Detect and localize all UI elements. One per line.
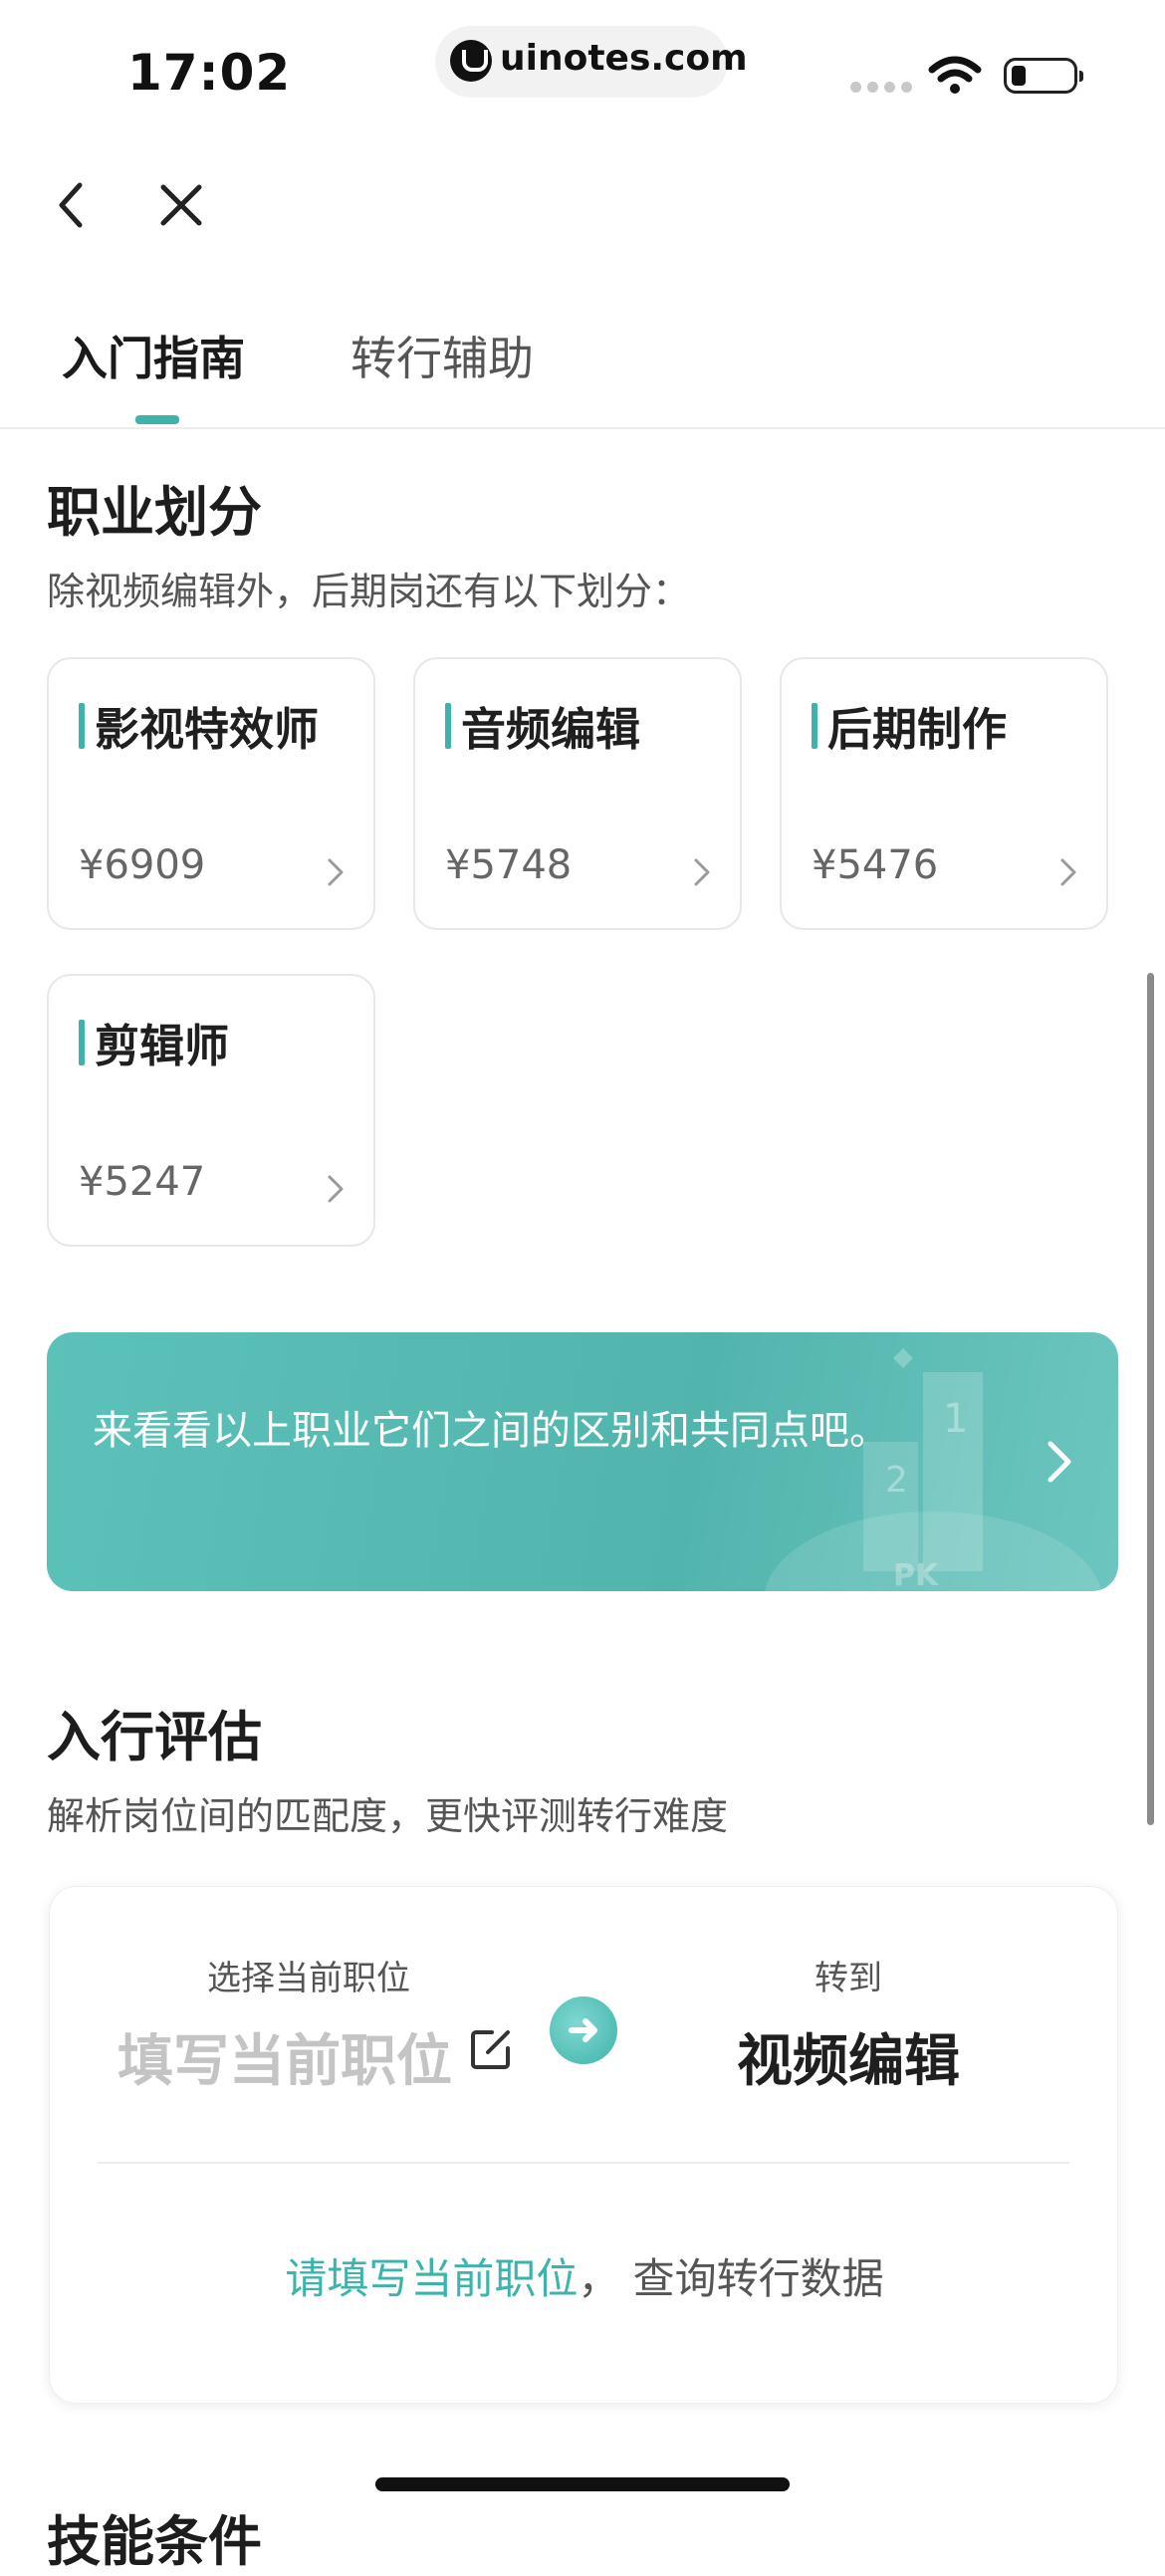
tab-active-indicator xyxy=(135,415,179,424)
assessment-section-title: 入行评估 xyxy=(47,1706,262,1768)
current-position-label: 选择当前职位 xyxy=(207,1959,410,1998)
career-card-salary: ¥6909 xyxy=(79,842,206,888)
career-assessment-card: 选择当前职位 填写当前职位 转到 视频编辑 请填写当前职位， 查询转行数据 xyxy=(49,1886,1118,2404)
career-section-subtitle: 除视频编辑外，后期岗还有以下划分： xyxy=(47,570,691,613)
career-section-title: 职业划分 xyxy=(47,481,262,544)
close-icon[interactable] xyxy=(151,175,211,235)
target-position-value: 视频编辑 xyxy=(737,2029,960,2094)
career-card-salary: ¥5247 xyxy=(79,1159,206,1205)
status-time: 17:02 xyxy=(127,44,292,102)
arrow-right-circle-icon xyxy=(550,1996,617,2064)
fill-position-link[interactable]: 请填写当前职位 xyxy=(285,2254,578,2303)
career-card-salary: ¥5748 xyxy=(445,842,573,888)
chevron-right-icon xyxy=(694,858,710,886)
card-accent-bar xyxy=(812,703,817,749)
career-card[interactable]: 影视特效师 ¥6909 xyxy=(47,657,375,930)
chevron-right-icon xyxy=(328,1175,344,1203)
cellular-signal-icon xyxy=(850,82,912,94)
skills-section-title: 技能条件 xyxy=(47,2510,262,2573)
chevron-right-icon xyxy=(1048,1441,1071,1483)
banner-text: 来看看以上职业它们之间的区别和共同点吧。 xyxy=(93,1408,889,1454)
tab-divider xyxy=(0,427,1165,429)
assessment-section-subtitle: 解析岗位间的匹配度，更快评测转行难度 xyxy=(47,1794,729,1838)
assessment-divider xyxy=(98,2162,1069,2164)
site-logo-icon xyxy=(450,40,492,82)
assessment-hint: 请填写当前职位， 查询转行数据 xyxy=(50,2245,1119,2306)
battery-icon xyxy=(1004,58,1083,94)
career-card-title: 剪辑师 xyxy=(95,1020,230,1072)
career-card-title: 音频编辑 xyxy=(461,703,641,756)
chevron-right-icon xyxy=(1060,858,1076,886)
pk-deco-label: 1 xyxy=(943,1396,968,1442)
wifi-icon xyxy=(928,56,982,94)
career-card-salary: ¥5476 xyxy=(812,842,939,888)
career-card[interactable]: 音频编辑 ¥5748 xyxy=(413,657,742,930)
pk-deco-label: 2 xyxy=(885,1460,908,1501)
tab-guide[interactable]: 入门指南 xyxy=(62,323,245,388)
career-card[interactable]: 剪辑师 ¥5247 xyxy=(47,974,375,1247)
scrollbar[interactable] xyxy=(1147,973,1154,1825)
compare-careers-banner[interactable]: 2 1 PK 来看看以上职业它们之间的区别和共同点吧。 xyxy=(47,1332,1118,1591)
tab-career-switch[interactable]: 转行辅助 xyxy=(350,323,534,388)
edit-icon[interactable] xyxy=(468,2026,514,2072)
career-card-title: 影视特效师 xyxy=(95,703,320,756)
career-card[interactable]: 后期制作 ¥5476 xyxy=(780,657,1108,930)
home-indicator xyxy=(375,2477,790,2491)
card-accent-bar xyxy=(79,1020,85,1065)
career-card-title: 后期制作 xyxy=(827,703,1008,756)
assessment-hint-text: ， 查询转行数据 xyxy=(578,2254,884,2303)
current-position-input[interactable]: 填写当前职位 xyxy=(117,2016,452,2097)
pk-deco-label: PK xyxy=(893,1558,940,1591)
url-text: uinotes.com xyxy=(500,38,748,79)
card-accent-bar xyxy=(445,703,451,749)
card-accent-bar xyxy=(79,703,85,749)
back-chevron-icon[interactable] xyxy=(42,175,102,235)
target-position-label: 转到 xyxy=(815,1959,882,1998)
chevron-right-icon xyxy=(328,858,344,886)
